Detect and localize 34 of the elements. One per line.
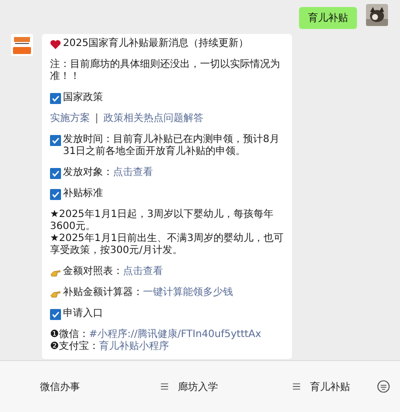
menu-button[interactable]: 廊坊入学 [160,380,218,394]
message-text: ❶微信：#小程序://腾讯健康/FTIn40uf5ytttAx [50,329,262,340]
message-text: 注：目前廊坊的具体细则还没出，一切以实际情况为准！！ [50,59,281,83]
link[interactable]: 点击查看 [123,266,163,277]
message-text: 申请入口 [63,308,103,320]
message-text: 国家政策 [63,92,103,104]
heart-icon [50,39,61,50]
message-text: ❷支付宝：育儿补贴小程序 [50,341,169,353]
link[interactable]: 育儿补贴小程序 [98,341,169,352]
message-text: 补贴标准 [63,188,103,200]
menu-icon [160,382,169,391]
link[interactable]: 实施方案 [50,113,90,125]
menu-button[interactable]: 微信办事 [40,380,80,394]
link[interactable]: 一键计算能领多少钱 [143,287,233,298]
checkbox-icon [50,189,61,200]
link[interactable]: 政策相关热点问题解答 [103,113,204,125]
logo-icon [11,34,33,56]
link[interactable]: #小程序://腾讯健康/FTIn40uf5ytttAx [88,329,262,340]
checkbox-icon [50,309,61,320]
checkbox-icon [50,93,61,104]
checkbox-icon [50,135,61,146]
separator: | [95,113,98,125]
message-text: ★2025年1月1日起，3周岁以下婴幼儿，每孩每年3600元。 [50,209,275,232]
menu-button[interactable]: 育儿补贴 [292,380,350,394]
message-text: ★2025年1月1日前出生、不满3周岁的婴幼儿，也可享受政策，按300元/月计发。 [50,233,285,257]
message-text: 2025国家育儿补贴最新消息（持续更新） [63,38,248,50]
link[interactable]: 点击查看 [113,167,153,178]
checkbox-icon [50,168,61,179]
message-text: 补贴金额计算器：一键计算能领多少钱 [63,287,233,299]
message-text: 金额对照表：点击查看 [63,266,163,278]
menu-icon [292,382,301,391]
message-text: 发放时间：目前育儿补贴已在内测申领，预计8月31日之前各地全面开放育儿补贴的申领。 [63,134,280,158]
message-bubble: 育儿补贴 [299,7,357,29]
message-text: 发放对象：点击查看 [63,167,153,179]
